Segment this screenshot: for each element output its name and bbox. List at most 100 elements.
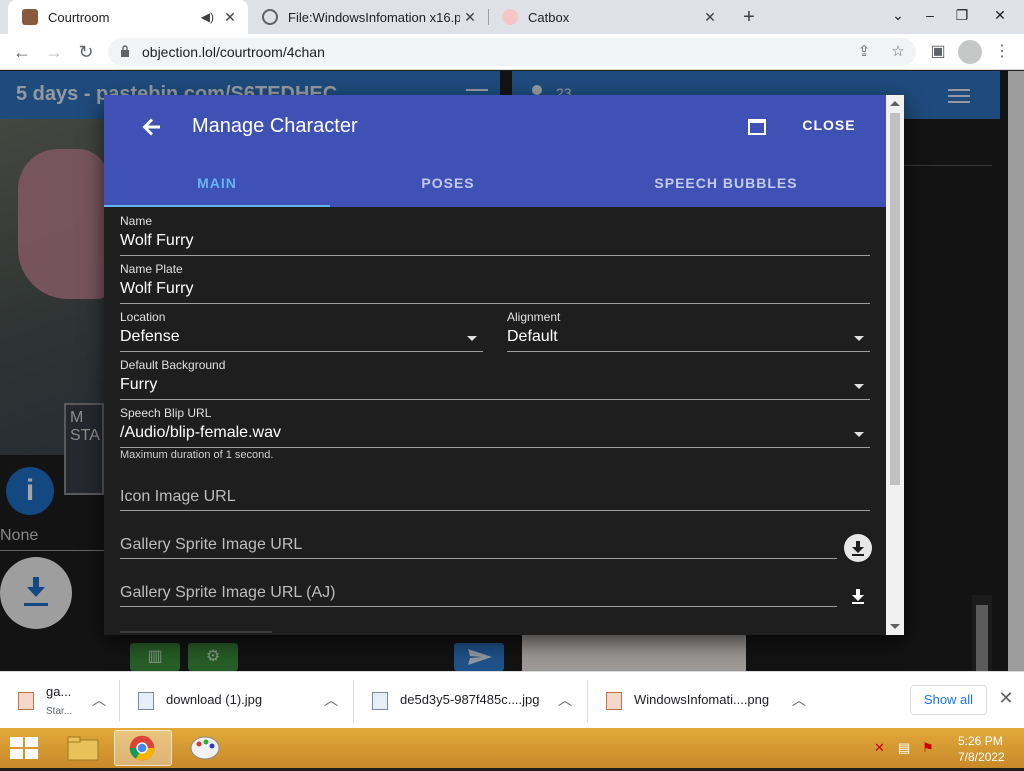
network-icon[interactable]: ▤: [898, 740, 914, 756]
tab-file-windowsinfomation[interactable]: File:WindowsInfomation x16.png ✕: [248, 0, 488, 34]
scroll-down-icon[interactable]: [890, 624, 900, 629]
download-sprite-aj-icon[interactable]: [844, 582, 872, 610]
manage-character-dialog: Manage Character CLOSE MAIN POSES SPEECH…: [104, 95, 904, 635]
download-item[interactable]: WindowsInfomati....png ︿: [588, 672, 822, 729]
default-background-select[interactable]: Default Background Furry: [120, 358, 870, 400]
folder-icon: [67, 736, 99, 761]
action-center-icon[interactable]: ⚑: [922, 740, 938, 756]
close-downloads-icon[interactable]: ✕: [996, 688, 1016, 712]
download-filename: download (1).jpg: [166, 692, 263, 707]
tab-close-icon[interactable]: ✕: [460, 9, 480, 26]
chevron-up-icon[interactable]: ︿: [792, 690, 806, 710]
name-plate-label: Name Plate: [120, 262, 183, 276]
lock-icon: [121, 45, 129, 57]
tab-speech-bubbles[interactable]: SPEECH BUBBLES: [566, 165, 886, 207]
clock-time[interactable]: 5:26 PM: [958, 734, 1003, 748]
dropdown-arrow-icon[interactable]: [854, 336, 864, 341]
maximize-icon[interactable]: [748, 119, 766, 135]
file-explorer-icon[interactable]: [54, 730, 112, 766]
download-filename: WindowsInfomati....png: [634, 692, 770, 707]
name-field[interactable]: Name Wolf Furry: [120, 214, 870, 256]
gallery-sprite-url-field[interactable]: Gallery Sprite Image URL: [120, 528, 837, 559]
dialog-scroll-thumb[interactable]: [890, 113, 900, 485]
windows-taskbar: ✕ ▤ ⚑ 5:26 PM 7/8/2022: [0, 728, 1024, 768]
default-background-label: Default Background: [120, 358, 226, 372]
alignment-value: Default: [507, 328, 558, 345]
tab-title: Courtroom: [48, 9, 110, 25]
tab-courtroom[interactable]: Courtroom ◀) ✕: [8, 0, 248, 34]
tab-close-icon[interactable]: ✕: [220, 9, 240, 26]
field-underline: [120, 606, 837, 607]
address-bar[interactable]: objection.lol/courtroom/4chan ⇪ ☆: [108, 38, 916, 66]
windows-start-icon[interactable]: [8, 734, 40, 762]
share-icon[interactable]: ⇪: [852, 42, 876, 62]
reload-icon[interactable]: ↻: [72, 38, 100, 66]
dialog-title: Manage Character: [192, 115, 358, 137]
file-image-icon: [606, 692, 622, 710]
forward-arrow-icon[interactable]: →: [40, 38, 68, 66]
chevron-up-icon[interactable]: ︿: [558, 690, 572, 710]
close-button[interactable]: CLOSE: [794, 117, 864, 139]
download-sprite-icon[interactable]: [844, 534, 872, 562]
profile-avatar-icon[interactable]: [958, 40, 982, 64]
gallery-sprite-aj-url-input[interactable]: Gallery Sprite Image URL (AJ): [120, 584, 335, 602]
field-underline: [120, 510, 870, 511]
location-value: Defense: [120, 328, 180, 345]
file-image-icon: [372, 692, 388, 710]
field-underline: [120, 351, 483, 352]
speaker-icon[interactable]: ◀): [201, 10, 214, 24]
dialog-tabs: MAIN POSES SPEECH BUBBLES: [104, 165, 886, 207]
courtroom-favicon-icon: [22, 9, 38, 25]
icon-image-url-field[interactable]: Icon Image URL: [120, 480, 870, 511]
palette-icon: [190, 736, 220, 760]
download-filename: de5d3y5-987f485c....jpg: [400, 692, 540, 707]
field-underline: [120, 303, 870, 304]
back-arrow-icon[interactable]: [140, 115, 164, 139]
chevron-up-icon[interactable]: ︿: [92, 690, 106, 710]
tab-main[interactable]: MAIN: [104, 165, 330, 207]
dialog-header: Manage Character CLOSE MAIN POSES SPEECH…: [104, 95, 886, 207]
download-item[interactable]: ga... Star... ︿: [0, 672, 120, 729]
download-item[interactable]: download (1).jpg ︿: [120, 672, 354, 729]
gallery-sprite-aj-url-field[interactable]: Gallery Sprite Image URL (AJ): [120, 576, 837, 607]
globe-icon: [262, 9, 278, 25]
tab-poses[interactable]: POSES: [330, 165, 566, 207]
name-input[interactable]: Wolf Furry: [120, 232, 193, 250]
icon-image-url-input[interactable]: Icon Image URL: [120, 488, 236, 506]
new-tab-button[interactable]: +: [736, 4, 762, 30]
location-select[interactable]: Location Defense: [120, 310, 483, 352]
speech-blip-value: /Audio/blip-female.wav: [120, 424, 281, 441]
side-panel-icon[interactable]: ▣: [926, 40, 950, 64]
name-plate-input[interactable]: Wolf Furry: [120, 280, 193, 298]
clock-date[interactable]: 7/8/2022: [958, 750, 1005, 764]
show-all-button[interactable]: Show all: [910, 685, 987, 715]
dropdown-arrow-icon[interactable]: [854, 384, 864, 389]
catbox-favicon-icon: [502, 9, 518, 25]
paint-taskbar-icon[interactable]: [176, 730, 234, 766]
dropdown-arrow-icon[interactable]: [854, 432, 864, 437]
scroll-up-icon[interactable]: [890, 101, 900, 106]
chrome-taskbar-icon[interactable]: [114, 730, 172, 766]
minimize-button[interactable]: –: [914, 0, 946, 30]
speech-blip-select[interactable]: Speech Blip URL /Audio/blip-female.wav: [120, 406, 870, 448]
volume-muted-icon[interactable]: ✕: [874, 740, 890, 756]
dropdown-arrow-icon[interactable]: [467, 336, 477, 341]
bookmark-star-icon[interactable]: ☆: [886, 42, 910, 62]
restore-button[interactable]: ❐: [946, 0, 978, 30]
tab-title: File:WindowsInfomation x16.png: [288, 9, 460, 25]
more-menu-icon[interactable]: ⋮: [990, 40, 1014, 64]
window-close-button[interactable]: ✕: [984, 0, 1016, 30]
back-arrow-icon[interactable]: ←: [8, 38, 36, 66]
tab-catbox[interactable]: Catbox ✕: [488, 0, 728, 34]
bottom-divider: [120, 631, 272, 633]
gallery-sprite-url-input[interactable]: Gallery Sprite Image URL: [120, 536, 302, 554]
address-url: objection.lol/courtroom/4chan: [142, 44, 325, 60]
name-plate-field[interactable]: Name Plate Wolf Furry: [120, 262, 870, 304]
chevron-up-icon[interactable]: ︿: [324, 690, 338, 710]
dialog-scrollbar[interactable]: [886, 95, 904, 635]
tab-search-icon[interactable]: ⌄: [882, 0, 914, 30]
download-item[interactable]: de5d3y5-987f485c....jpg ︿: [354, 672, 588, 729]
alignment-select[interactable]: Alignment Default: [507, 310, 870, 352]
tab-close-icon[interactable]: ✕: [700, 9, 720, 26]
downloads-bar: ga... Star... ︿ download (1).jpg ︿ de5d3…: [0, 671, 1024, 728]
